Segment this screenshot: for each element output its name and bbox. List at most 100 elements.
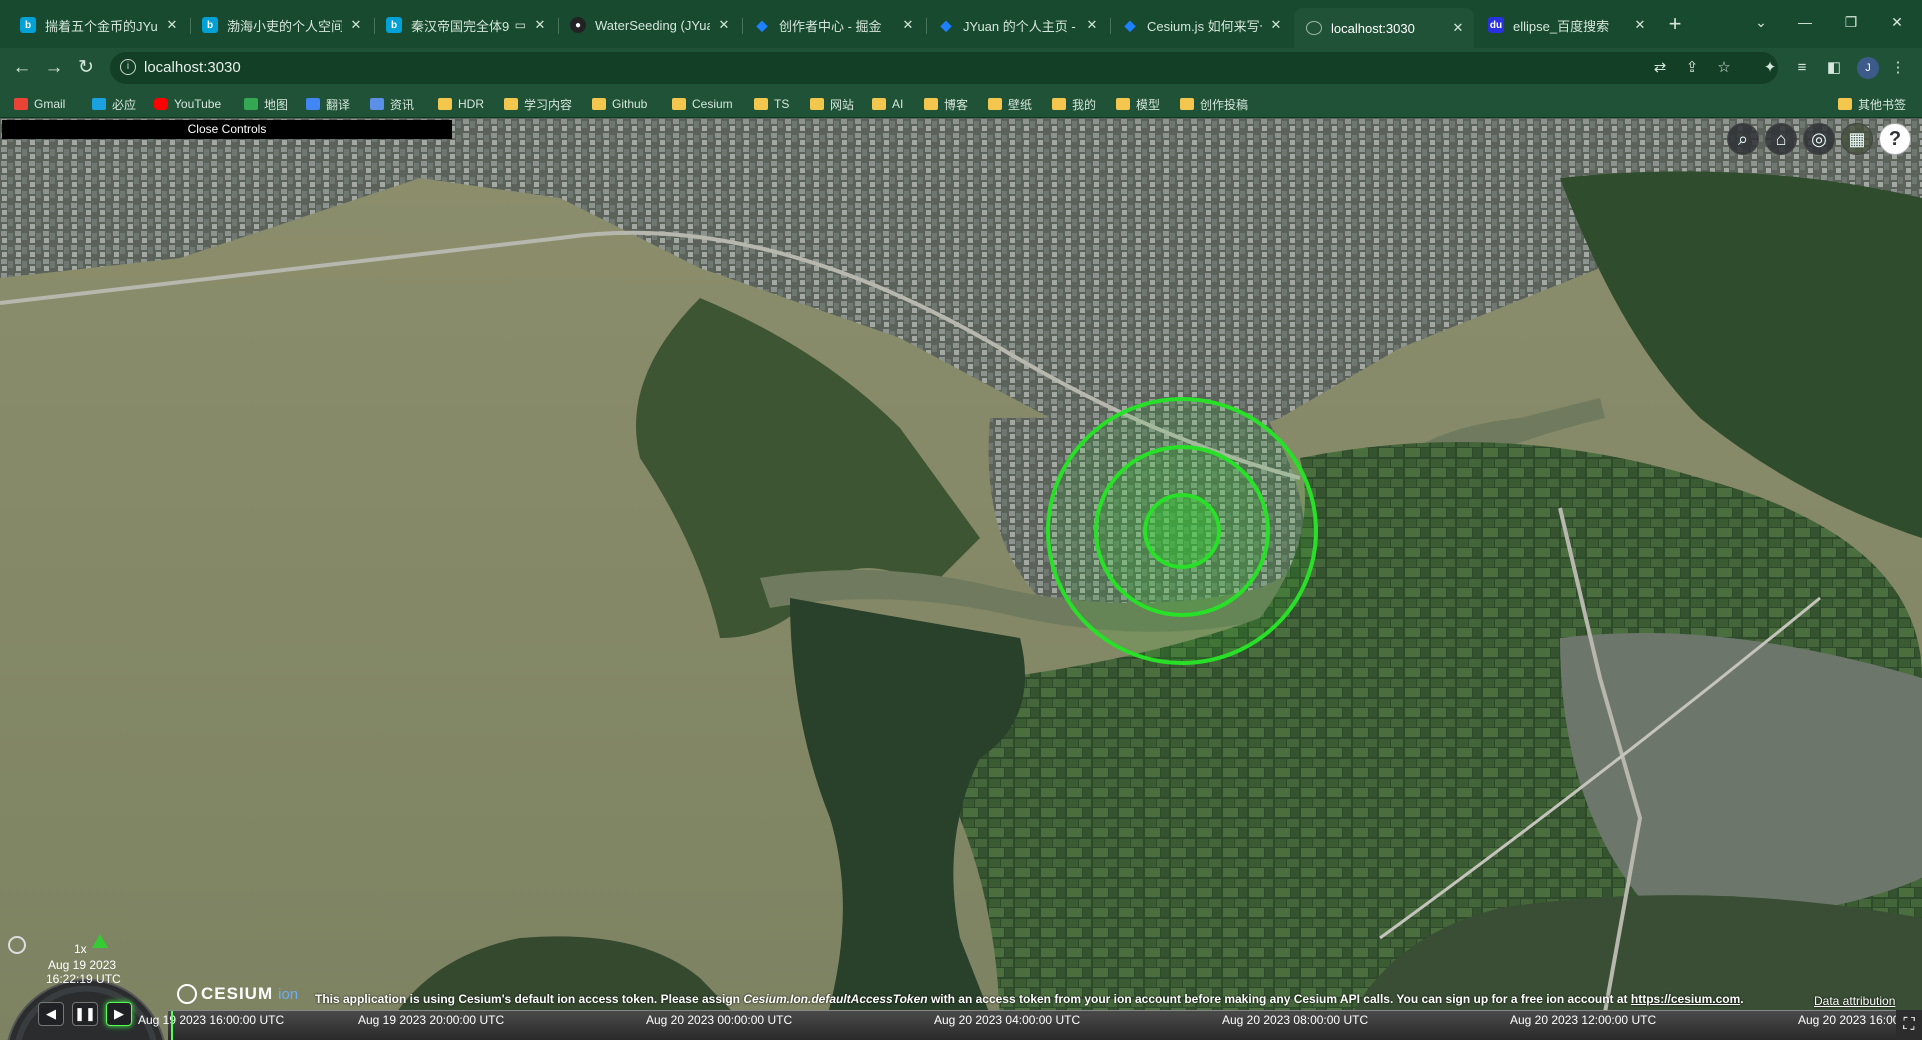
satellite-map[interactable] [0, 118, 1922, 1040]
geocoder-search-icon[interactable]: ⌕ [1727, 123, 1759, 155]
bookmark-youtube[interactable]: YouTube [154, 95, 221, 113]
folder-icon [1116, 98, 1130, 110]
bookmark-label: 博客 [944, 97, 969, 112]
bookmark-folder-wallpaper[interactable]: 壁纸 [988, 95, 1032, 113]
ellipse-entities[interactable] [1046, 397, 1318, 665]
close-icon[interactable]: ✕ [716, 17, 732, 33]
scene-mode-globe-icon[interactable]: ◎ [1803, 123, 1835, 155]
side-panel-icon[interactable]: ◧ [1824, 58, 1844, 78]
base-layer-picker-icon[interactable]: ▦ [1841, 123, 1873, 155]
folder-icon [672, 98, 686, 110]
bookmark-maps[interactable]: 地图 [244, 95, 288, 113]
bookmark-bing[interactable]: 必应 [92, 95, 136, 113]
tab-1[interactable]: b 揣着五个金币的JYuan ✕ [8, 8, 188, 42]
bookmark-folder-blog[interactable]: 博客 [924, 95, 968, 113]
bookmark-folder-ai[interactable]: AI [872, 95, 903, 113]
translate-icon [306, 98, 320, 110]
bookmark-label: 资讯 [390, 97, 415, 112]
share-icon[interactable]: ⇪ [1682, 58, 1702, 78]
back-icon[interactable]: ← [8, 54, 36, 82]
tab-2[interactable]: b 渤海小吏的个人空间_ ✕ [190, 8, 372, 42]
translate-page-icon[interactable]: ⇄ [1650, 58, 1670, 78]
restore-icon[interactable]: ❐ [1836, 10, 1866, 34]
bookmark-folder-hdr[interactable]: HDR [438, 95, 484, 113]
reading-list-icon[interactable]: ≡ [1792, 58, 1812, 78]
animation-speed: 1x [74, 942, 87, 956]
cesium-logo-icon [177, 984, 197, 1004]
bookmark-label: HDR [458, 97, 484, 111]
new-tab-button[interactable]: + [1662, 12, 1688, 38]
close-icon[interactable]: ✕ [1084, 17, 1100, 33]
close-icon[interactable]: ✕ [900, 17, 916, 33]
address-bar[interactable]: i localhost:3030 ⇄ ⇪ ☆ [110, 52, 1778, 84]
close-icon[interactable]: ✕ [1632, 17, 1648, 33]
cesium-ion-logo[interactable]: CESIUM ion [177, 984, 298, 1004]
tab-9[interactable]: du ellipse_百度搜索 ✕ [1476, 8, 1656, 42]
tab-6[interactable]: ◆ JYuan 的个人主页 - 文 ✕ [926, 8, 1108, 42]
site-info-icon[interactable]: i [120, 59, 136, 75]
folder-icon [1052, 98, 1066, 110]
bookmark-translate[interactable]: 翻译 [306, 95, 350, 113]
bookmark-label: 学习内容 [524, 97, 573, 112]
cesium-signup-link[interactable]: https://cesium.com [1631, 992, 1740, 1006]
bookmark-folder-github[interactable]: Github [592, 95, 647, 113]
tab-3[interactable]: b 秦汉帝国完全体9 ▭ ✕ [374, 8, 556, 42]
menu-icon[interactable]: ⋮ [1888, 58, 1908, 78]
url-text: localhost:3030 [144, 59, 241, 76]
close-icon[interactable]: ✕ [348, 17, 364, 33]
folder-icon [1838, 98, 1852, 110]
timeline-needle[interactable] [171, 1011, 173, 1040]
timeline-label: Aug 19 2023 20:00:00 UTC [358, 1013, 505, 1027]
bookmark-folder-submit[interactable]: 创作投稿 [1180, 95, 1248, 113]
window-close-icon[interactable]: ✕ [1882, 10, 1912, 34]
minimize-icon[interactable]: — [1790, 10, 1820, 34]
juejin-icon: ◆ [940, 16, 952, 33]
fullscreen-icon[interactable]: ⛶ [1896, 1010, 1922, 1040]
shuttle-ring-pointer[interactable] [92, 934, 108, 948]
bookmark-folder-sites[interactable]: 网站 [810, 95, 854, 113]
bilibili-icon: b [20, 17, 36, 33]
bilibili-icon: b [386, 17, 402, 33]
tab-7[interactable]: ◆ Cesium.js 如何来写一 ✕ [1110, 8, 1292, 42]
help-icon[interactable]: ? [1879, 123, 1911, 155]
bookmark-label: 其他书签 [1858, 97, 1907, 112]
timeline[interactable]: Aug 19 2023 16:00:00 UTC Aug 19 2023 20:… [138, 1010, 1896, 1040]
bookmark-folder-ts[interactable]: TS [754, 95, 789, 113]
close-icon[interactable]: ✕ [164, 17, 180, 33]
close-icon[interactable]: ✕ [532, 17, 548, 33]
bookmark-folder-study[interactable]: 学习内容 [504, 95, 572, 113]
tab-search-icon[interactable]: ⌄ [1746, 10, 1776, 34]
close-icon[interactable]: ✕ [1450, 20, 1466, 36]
play-icon[interactable]: ▶ [106, 1002, 132, 1026]
bookmark-folder-cesium[interactable]: Cesium [672, 95, 733, 113]
bookmark-star-icon[interactable]: ☆ [1714, 58, 1734, 78]
folder-icon [988, 98, 1002, 110]
bookmark-label: 创作投稿 [1200, 97, 1249, 112]
bookmark-folder-mine[interactable]: 我的 [1052, 95, 1096, 113]
tab-title: 揣着五个金币的JYuan [45, 18, 158, 34]
bookmark-news[interactable]: 资讯 [370, 95, 414, 113]
default-token-warning: This application is using Cesium's defau… [315, 992, 1744, 1006]
tab-strip: b 揣着五个金币的JYuan ✕ b 渤海小吏的个人空间_ ✕ b 秦汉帝国完全… [0, 0, 1922, 48]
inner-ellipse[interactable] [1143, 493, 1221, 569]
reload-icon[interactable]: ↻ [72, 54, 100, 82]
close-icon[interactable]: ✕ [1268, 17, 1284, 33]
pause-icon[interactable]: ❚❚ [72, 1002, 98, 1026]
bookmark-folder-models[interactable]: 模型 [1116, 95, 1160, 113]
extensions-icon[interactable]: ✦ [1760, 58, 1780, 78]
bookmark-gmail[interactable]: Gmail [14, 95, 65, 113]
other-bookmarks[interactable]: 其他书签 [1838, 95, 1906, 113]
profile-avatar[interactable]: J [1857, 57, 1879, 79]
dat-gui-close-controls[interactable]: Close Controls [2, 120, 452, 139]
maps-icon [244, 98, 258, 110]
tab-title: 创作者中心 - 掘金 [779, 18, 882, 34]
home-icon[interactable]: ⌂ [1765, 123, 1797, 155]
tab-8-active[interactable]: localhost:3030 ✕ [1294, 8, 1474, 48]
tab-4[interactable]: ● WaterSeeding (JYuan ✕ [558, 8, 740, 42]
forward-icon[interactable]: → [40, 54, 68, 82]
data-attribution-link[interactable]: Data attribution [1814, 994, 1895, 1008]
tab-5[interactable]: ◆ 创作者中心 - 掘金 ✕ [742, 8, 924, 42]
cesium-viewer[interactable]: Close Controls ⌕ ⌂ ◎ ▦ ? 1x Aug 19 2023 … [0, 118, 1922, 1040]
bookmark-label: 我的 [1072, 97, 1097, 112]
reverse-icon[interactable]: ◀ [38, 1002, 64, 1026]
